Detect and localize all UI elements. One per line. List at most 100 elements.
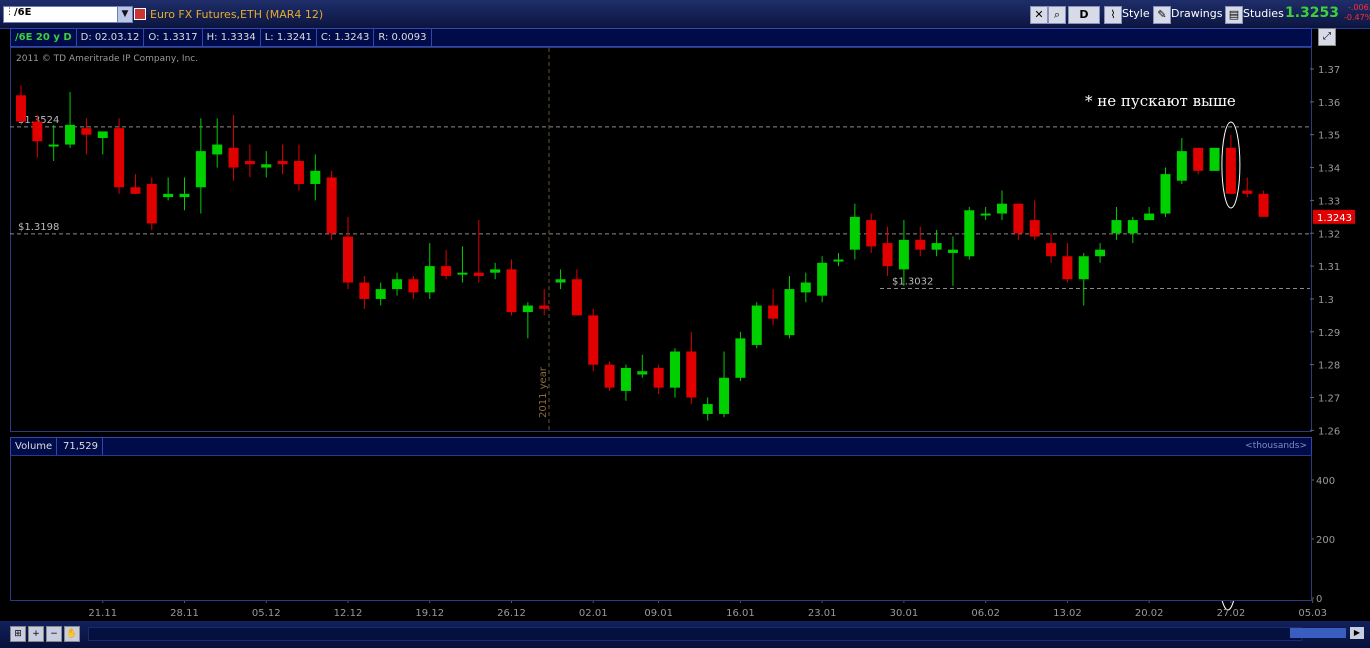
candle-body	[293, 160, 304, 184]
annotation-text: * не пускают выше	[1085, 92, 1236, 110]
price-tick-label: 1.28	[1318, 361, 1340, 372]
candle-body	[1258, 193, 1269, 217]
candle-body	[866, 220, 877, 247]
candle-body	[997, 203, 1007, 214]
candle-body	[16, 95, 26, 122]
candle-body	[833, 259, 844, 262]
volume-panel[interactable]	[10, 455, 1312, 601]
candle-body	[277, 160, 288, 165]
candle-body	[931, 243, 942, 250]
price-level-label: $1.3198	[18, 222, 59, 233]
candle-body	[522, 305, 533, 313]
candle-body	[48, 144, 59, 147]
price-tick-label: 1.36	[1318, 98, 1340, 109]
price-tick-label: 1.26	[1318, 426, 1340, 437]
price-tick-label: 1.32	[1318, 229, 1340, 240]
zoom-in-icon[interactable]: +	[28, 626, 44, 642]
date-label: 12.12	[334, 608, 363, 619]
candle-body	[571, 279, 582, 316]
candle-body	[555, 279, 566, 283]
candle-body	[326, 177, 337, 234]
candle-body	[686, 351, 697, 398]
candle-body	[980, 213, 991, 216]
date-label: 27.02	[1217, 608, 1246, 619]
zoom-out-icon[interactable]: −	[46, 626, 62, 642]
candle-body	[1160, 174, 1171, 214]
candle-body	[130, 187, 141, 194]
volume-tick-label: 0	[1316, 594, 1322, 605]
date-label: 16.01	[726, 608, 755, 619]
price-tick-label: 1.27	[1318, 394, 1340, 405]
candle-body	[179, 193, 190, 198]
price-tick-label: 1.34	[1318, 164, 1340, 175]
volume-value: 71,529	[59, 438, 103, 455]
year-label: 2011 year	[538, 366, 549, 418]
candle-body	[424, 266, 435, 293]
current-price-label: 1.3243	[1317, 213, 1352, 224]
date-label: 28.11	[170, 608, 199, 619]
candle-body	[228, 147, 239, 168]
scroll-right-icon[interactable]: ▶	[1350, 627, 1364, 639]
date-label: 06.02	[971, 608, 1000, 619]
price-tick-label: 1.37	[1318, 65, 1340, 76]
date-label: 21.11	[88, 608, 117, 619]
copyright-text: 2011 © TD Ameritrade IP Company, Inc.	[16, 54, 198, 64]
candle-body	[1144, 213, 1155, 221]
candle-body	[653, 367, 664, 388]
date-label: 02.01	[579, 608, 608, 619]
expand-icon[interactable]: ⊞	[10, 626, 26, 642]
date-label: 05.12	[252, 608, 281, 619]
date-label: 26.12	[497, 608, 526, 619]
candle-body	[457, 272, 468, 275]
candle-body	[163, 193, 174, 198]
candle-body	[539, 305, 550, 309]
volume-units: <thousands>	[1245, 441, 1307, 451]
candle-body	[32, 121, 43, 142]
candle-body	[97, 131, 108, 138]
candle-body	[1127, 220, 1138, 234]
candle-body	[784, 289, 795, 336]
candle-body	[375, 289, 386, 299]
price-tick-label: 1.33	[1318, 196, 1340, 207]
candle-body	[1078, 256, 1089, 280]
candle-body	[1209, 147, 1220, 171]
candle-body	[195, 151, 206, 188]
pan-hand-icon[interactable]: ✋	[64, 626, 80, 642]
candle-body	[735, 338, 746, 378]
candle-body	[392, 279, 403, 290]
candle-body	[768, 305, 779, 319]
volume-tick-label: 200	[1316, 535, 1335, 546]
date-label: 09.01	[644, 608, 673, 619]
candle-body	[800, 282, 811, 293]
candle-body	[114, 128, 125, 188]
candle-body	[1095, 249, 1106, 257]
candle-body	[915, 239, 926, 250]
candle-body	[473, 272, 484, 276]
candle-body	[637, 371, 648, 375]
volume-header: Volume 71,529 <thousands>	[10, 437, 1312, 456]
candle-body	[670, 351, 680, 388]
horizontal-scrollbar[interactable]	[88, 627, 1302, 641]
candle-body	[212, 144, 223, 155]
scrollbar-thumb[interactable]	[1290, 628, 1346, 638]
candle-body	[898, 239, 909, 270]
price-tick-label: 1.3	[1318, 295, 1334, 306]
candle-body	[964, 210, 975, 257]
candle-body	[947, 249, 958, 253]
candle-body	[882, 243, 893, 267]
price-level-label: $1.3032	[892, 276, 933, 287]
candle-body	[1111, 220, 1122, 234]
candle-body	[588, 315, 599, 365]
candle-body	[1046, 243, 1057, 257]
candle-body	[620, 367, 631, 391]
candle-body	[1029, 220, 1040, 237]
candle-body	[244, 160, 255, 165]
candle-body	[849, 216, 860, 250]
candle-body	[506, 269, 517, 313]
candle-body	[817, 262, 828, 296]
candle-body	[719, 377, 730, 414]
candle-body	[146, 183, 157, 224]
candle-body	[310, 170, 321, 184]
candle-body	[81, 128, 92, 135]
candle-body	[1062, 256, 1073, 280]
